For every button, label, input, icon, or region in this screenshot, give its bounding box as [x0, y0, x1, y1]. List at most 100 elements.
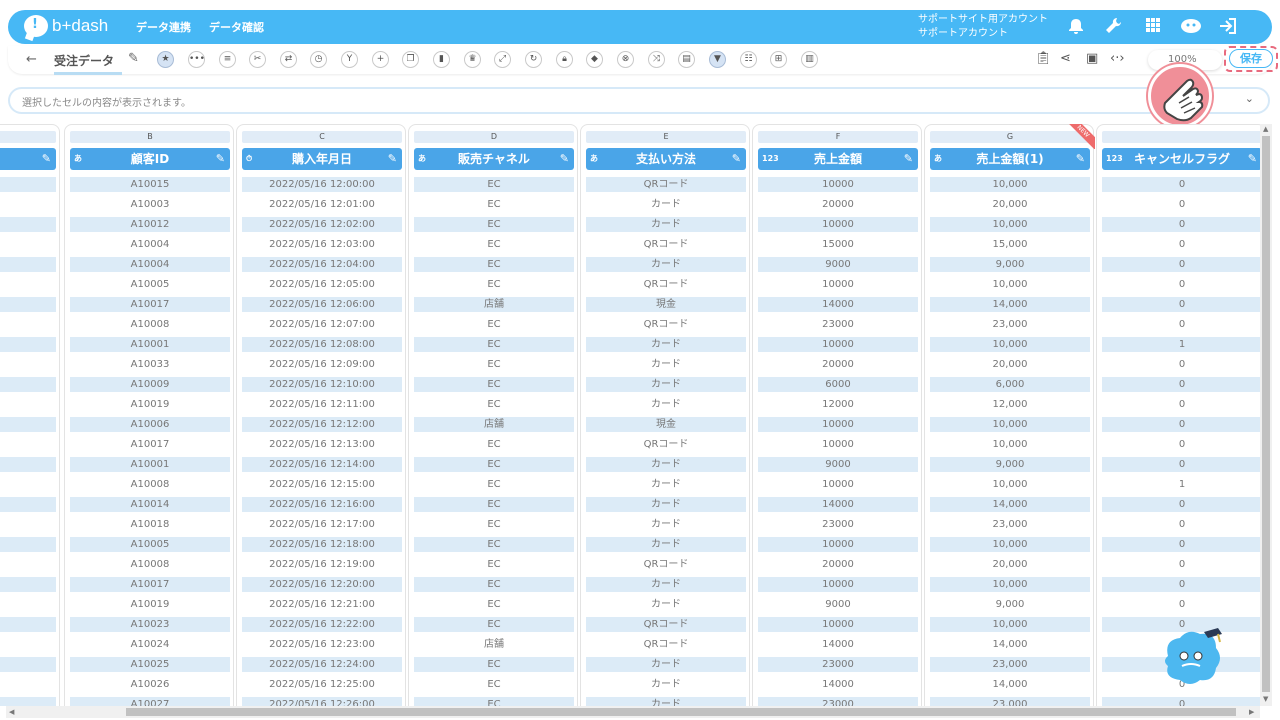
table-cell[interactable]: 1: [1102, 337, 1262, 352]
timer-icon[interactable]: ◷: [310, 51, 327, 68]
table-cell[interactable]: 2022/05/16 12:10:00: [242, 377, 402, 392]
table-cell[interactable]: A10015: [70, 177, 230, 192]
table-cell[interactable]: EC: [414, 277, 574, 292]
table-cell[interactable]: QRコード: [586, 437, 746, 452]
table-cell[interactable]: 23,000: [930, 317, 1090, 332]
table-view-icon[interactable]: ▤: [678, 51, 695, 68]
table-cell[interactable]: A10001: [70, 337, 230, 352]
table-cell[interactable]: 2022/05/16 12:26:00: [242, 697, 402, 706]
table-cell[interactable]: 2022/05/16 12:08:00: [242, 337, 402, 352]
table-cell[interactable]: カード: [586, 477, 746, 492]
table-cell[interactable]: 2022/05/16 12:11:00: [242, 397, 402, 412]
table-cell[interactable]: 14000: [758, 497, 918, 512]
table-cell[interactable]: QRコード: [586, 617, 746, 632]
table-cell[interactable]: [0, 217, 56, 232]
vertical-scroll-thumb[interactable]: [1262, 136, 1270, 692]
table-cell[interactable]: 2022/05/16 12:25:00: [242, 677, 402, 692]
table-cell[interactable]: 0: [1102, 357, 1262, 372]
table-cell[interactable]: 14,000: [930, 297, 1090, 312]
table-cell[interactable]: EC: [414, 317, 574, 332]
nav-data-integration[interactable]: データ連携: [136, 19, 191, 35]
group-icon[interactable]: ☷: [740, 51, 757, 68]
table-cell[interactable]: 0: [1102, 497, 1262, 512]
table-cell[interactable]: 9,000: [930, 457, 1090, 472]
table-cell[interactable]: 0: [1102, 257, 1262, 272]
table-cell[interactable]: 10,000: [930, 537, 1090, 552]
logout-icon[interactable]: [1218, 17, 1238, 37]
table-cell[interactable]: 23000: [758, 517, 918, 532]
column-header[interactable]: ⏱ 購入年月日 ✎: [242, 148, 402, 170]
table-cell[interactable]: A10017: [70, 297, 230, 312]
table-cell[interactable]: 10,000: [930, 177, 1090, 192]
column-header[interactable]: ✎: [0, 148, 56, 170]
table-cell[interactable]: 10000: [758, 617, 918, 632]
table-cell[interactable]: QRコード: [586, 557, 746, 572]
save-button[interactable]: 保存: [1229, 49, 1273, 68]
table-cell[interactable]: 14000: [758, 637, 918, 652]
table-cell[interactable]: 2022/05/16 12:09:00: [242, 357, 402, 372]
table-cell[interactable]: EC: [414, 577, 574, 592]
table-cell[interactable]: 20000: [758, 197, 918, 212]
table-cell[interactable]: A10006: [70, 417, 230, 432]
column-letter[interactable]: C: [242, 131, 402, 143]
table-cell[interactable]: 10000: [758, 277, 918, 292]
table-cell[interactable]: A10019: [70, 597, 230, 612]
table-cell[interactable]: 14000: [758, 677, 918, 692]
table-cell[interactable]: [0, 417, 56, 432]
grid-icon[interactable]: ⊞: [770, 51, 787, 68]
table-cell[interactable]: 9000: [758, 257, 918, 272]
column-letter[interactable]: B: [70, 131, 230, 143]
table-cell[interactable]: 1: [1102, 477, 1262, 492]
table-cell[interactable]: 0: [1102, 697, 1262, 706]
table-cell[interactable]: 店舗: [414, 297, 574, 312]
table-cell[interactable]: EC: [414, 437, 574, 452]
table-cell[interactable]: 10,000: [930, 477, 1090, 492]
wrench-icon[interactable]: [1104, 17, 1124, 37]
table-cell[interactable]: 0: [1102, 557, 1262, 572]
column-letter[interactable]: G: [930, 131, 1090, 143]
table-cell[interactable]: 10000: [758, 477, 918, 492]
table-cell[interactable]: 9,000: [930, 257, 1090, 272]
filter-icon[interactable]: ▼: [709, 51, 726, 68]
chevron-down-icon[interactable]: ⌄: [1245, 92, 1254, 105]
table-cell[interactable]: 店舗: [414, 637, 574, 652]
table-cell[interactable]: EC: [414, 377, 574, 392]
table-cell[interactable]: 23000: [758, 697, 918, 706]
table-cell[interactable]: 9000: [758, 457, 918, 472]
cancel-circle-icon[interactable]: ⊗: [617, 51, 634, 68]
edit-pencil-icon[interactable]: ✎: [388, 148, 397, 170]
table-cell[interactable]: [0, 377, 56, 392]
table-cell[interactable]: 2022/05/16 12:19:00: [242, 557, 402, 572]
table-cell[interactable]: A10012: [70, 217, 230, 232]
table-cell[interactable]: A10019: [70, 397, 230, 412]
column-header[interactable]: あ 顧客ID ✎: [70, 148, 230, 170]
delete-icon[interactable]: ▮: [433, 51, 450, 68]
table-cell[interactable]: 2022/05/16 12:17:00: [242, 517, 402, 532]
table-cell[interactable]: カード: [586, 257, 746, 272]
table-cell[interactable]: A10008: [70, 317, 230, 332]
table-cell[interactable]: 2022/05/16 12:04:00: [242, 257, 402, 272]
list-icon[interactable]: ≡: [219, 51, 236, 68]
cell-content-bar[interactable]: 選択したセルの内容が表示されます。 ⌄: [8, 87, 1270, 114]
bell-icon[interactable]: [1066, 17, 1086, 37]
app-logo[interactable]: ! b+dash: [24, 15, 108, 37]
column-letter[interactable]: D: [414, 131, 574, 143]
table-cell[interactable]: EC: [414, 557, 574, 572]
table-cell[interactable]: 10,000: [930, 217, 1090, 232]
mascot-icon[interactable]: [1160, 626, 1226, 688]
copy-icon[interactable]: ❐: [402, 51, 419, 68]
edit-pencil-icon[interactable]: ✎: [1076, 148, 1085, 170]
table-cell[interactable]: 2022/05/16 12:00:00: [242, 177, 402, 192]
more-dots-icon[interactable]: •••: [188, 51, 205, 68]
table-cell[interactable]: 0: [1102, 177, 1262, 192]
table-cell[interactable]: 現金: [586, 417, 746, 432]
horizontal-scrollbar[interactable]: ◀ ▶: [6, 706, 1260, 718]
table-cell[interactable]: カード: [586, 497, 746, 512]
table-cell[interactable]: EC: [414, 357, 574, 372]
table-cell[interactable]: [0, 537, 56, 552]
table-cell[interactable]: 15,000: [930, 237, 1090, 252]
table-cell[interactable]: 2022/05/16 12:05:00: [242, 277, 402, 292]
sheet-name-tab[interactable]: 受注データ: [54, 52, 122, 75]
edit-pencil-icon[interactable]: ✎: [42, 148, 51, 170]
table-cell[interactable]: 10000: [758, 437, 918, 452]
